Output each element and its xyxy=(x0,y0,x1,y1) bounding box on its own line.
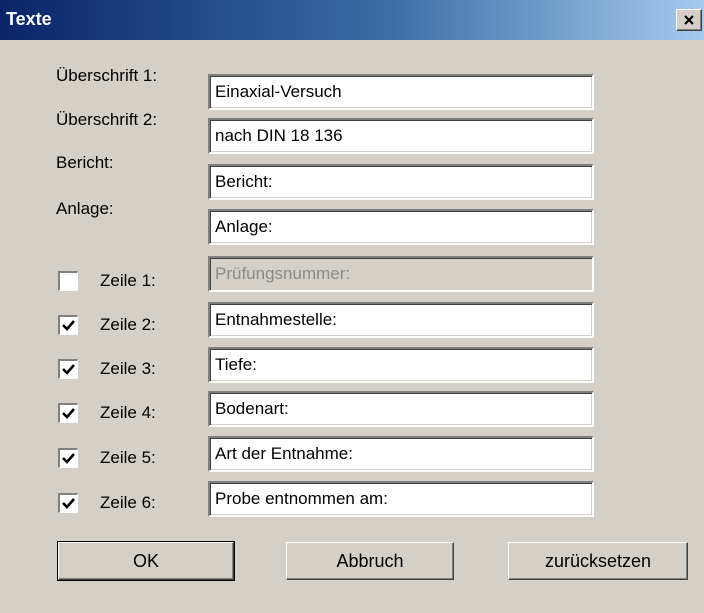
zeile3-field[interactable] xyxy=(208,347,594,383)
ok-button[interactable]: OK xyxy=(57,541,235,581)
ueberschrift1-field[interactable] xyxy=(208,74,594,110)
ueberschrift2-label: Überschrift 2: xyxy=(56,110,158,129)
title-bar[interactable]: Texte xyxy=(0,0,704,40)
texte-dialog: Texte Überschrift 1: Überschrift 2: Beri… xyxy=(0,0,704,613)
ueberschrift1-label: Überschrift 1: xyxy=(56,66,158,85)
zeile6-label: Zeile 6: xyxy=(100,493,156,512)
zeile3-label: Zeile 3: xyxy=(100,359,156,378)
window-title: Texte xyxy=(6,9,52,29)
zeile4-checkbox[interactable] xyxy=(57,402,79,424)
zeile5-checkbox[interactable] xyxy=(57,447,79,469)
bericht-field[interactable] xyxy=(208,164,594,200)
zeile4-field[interactable] xyxy=(208,391,594,427)
zeile4-label: Zeile 4: xyxy=(100,403,156,422)
check-icon xyxy=(62,364,75,375)
zeile3-checkbox[interactable] xyxy=(57,358,79,380)
close-button[interactable] xyxy=(676,9,702,31)
zeile2-field[interactable] xyxy=(208,302,594,338)
ueberschrift2-field[interactable] xyxy=(208,118,594,154)
cancel-button[interactable]: Abbruch xyxy=(286,542,454,580)
anlage-label: Anlage: xyxy=(56,199,114,218)
zeile1-label: Zeile 1: xyxy=(100,271,156,290)
check-icon xyxy=(62,320,75,331)
reset-button[interactable]: zurücksetzen xyxy=(508,542,688,580)
zeile5-label: Zeile 5: xyxy=(100,448,156,467)
zeile1-checkbox[interactable] xyxy=(57,270,79,292)
zeile6-field[interactable] xyxy=(208,481,594,517)
zeile2-label: Zeile 2: xyxy=(100,315,156,334)
bericht-label: Bericht: xyxy=(56,153,114,172)
anlage-field[interactable] xyxy=(208,209,594,245)
zeile5-field[interactable] xyxy=(208,436,594,472)
zeile1-field xyxy=(208,256,594,292)
zeile6-checkbox[interactable] xyxy=(57,492,79,514)
check-icon xyxy=(62,453,75,464)
zeile2-checkbox[interactable] xyxy=(57,314,79,336)
close-icon xyxy=(684,15,694,25)
check-icon xyxy=(62,408,75,419)
check-icon xyxy=(62,498,75,509)
